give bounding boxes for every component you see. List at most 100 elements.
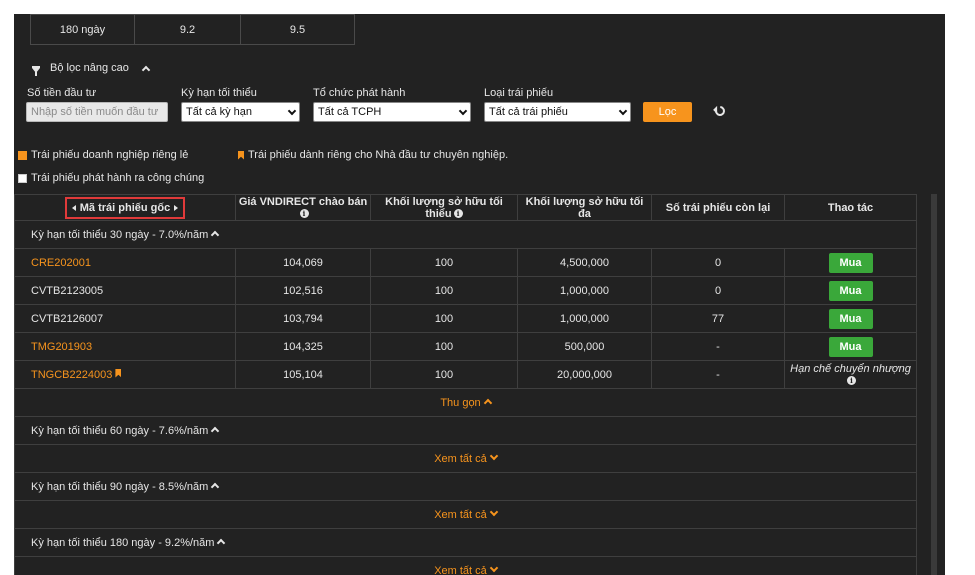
legend-public: Trái phiếu phát hành ra công chúng [18, 172, 204, 184]
bond-code[interactable]: CVTB2123005 [14, 276, 236, 305]
buy-button[interactable]: Mua [828, 308, 873, 329]
group-header[interactable]: Kỳ hạn tối thiểu 30 ngày - 7.0%/năm [14, 220, 917, 249]
bond-code-cell[interactable]: TNGCB2224003 [14, 360, 236, 389]
bond-max: 4,500,000 [517, 248, 652, 277]
bond-price: 104,325 [235, 332, 371, 361]
bond-code[interactable]: CRE202001 [14, 248, 236, 277]
view-all-row[interactable]: Xem tất cả [14, 556, 917, 575]
group-row-60[interactable]: Kỳ hạn tối thiểu 60 ngày - 7.6%/năm [14, 416, 917, 445]
issuer-select[interactable]: Tất cả TCPH [313, 102, 471, 122]
group-header[interactable]: Kỳ hạn tối thiểu 60 ngày - 7.6%/năm [14, 416, 917, 445]
bond-action-cell: Mua [784, 304, 917, 333]
amount-input[interactable] [26, 102, 168, 122]
group-label: Kỳ hạn tối thiểu 30 ngày - 7.0%/năm [31, 228, 209, 241]
bond-table-header: Mã trái phiếu gốc Giá VNDIRECT chào báni… [14, 194, 917, 221]
bond-action-cell: Mua [784, 332, 917, 361]
reset-icon[interactable] [712, 103, 728, 119]
bond-max: 1,000,000 [517, 276, 652, 305]
view-all-label: Xem tất cả [434, 452, 487, 465]
group-row-180[interactable]: Kỳ hạn tối thiểu 180 ngày - 9.2%/năm [14, 528, 917, 557]
chevron-up-icon [217, 538, 226, 547]
transfer-restricted-label: Hạn chế chuyển nhượng [790, 362, 911, 375]
funnel-icon [32, 65, 40, 76]
table-row: TMG201903 104,325 100 500,000 - Mua [14, 332, 917, 361]
info-icon[interactable]: i [847, 376, 856, 386]
yield-summary-rate-min: 9.2 [134, 14, 241, 45]
chevron-up-icon [211, 230, 220, 239]
advanced-filter-label: Bộ lọc nâng cao [50, 62, 129, 74]
yield-summary-term: 180 ngày [30, 14, 135, 45]
issuer-label: Tổ chức phát hành [313, 87, 406, 99]
buy-button[interactable]: Mua [828, 252, 873, 273]
filter-submit-button[interactable]: Lọc [643, 102, 692, 122]
view-all-link[interactable]: Xem tất cả [14, 556, 917, 575]
bond-code[interactable]: CVTB2126007 [14, 304, 236, 333]
bond-code[interactable]: TMG201903 [14, 332, 236, 361]
legend-private-label: Trái phiếu doanh nghiệp riêng lẻ [31, 149, 189, 161]
yield-summary-row: 180 ngày 9.2 9.5 [30, 14, 355, 45]
header-action-label: Thao tác [827, 201, 874, 214]
table-row: CVTB2126007 103,794 100 1,000,000 77 Mua [14, 304, 917, 333]
buy-button[interactable]: Mua [828, 280, 873, 301]
header-bond-code[interactable]: Mã trái phiếu gốc [14, 194, 236, 221]
white-square-icon [18, 173, 27, 183]
yield-summary-table: 180 ngày 9.2 9.5 [30, 14, 355, 45]
header-remaining: Số trái phiếu còn lại [651, 194, 785, 221]
group-header[interactable]: Kỳ hạn tối thiểu 90 ngày - 8.5%/năm [14, 472, 917, 501]
bond-remaining: 0 [651, 276, 785, 305]
bond-price: 104,069 [235, 248, 371, 277]
header-price-label: Giá VNDIRECT chào bán [238, 195, 368, 208]
group-row-30[interactable]: Kỳ hạn tối thiểu 30 ngày - 7.0%/năm [14, 220, 917, 249]
collapse-row[interactable]: Thu gọn [14, 388, 917, 417]
info-icon[interactable]: i [299, 209, 309, 219]
bond-action-cell: Mua [784, 248, 917, 277]
bond-price: 103,794 [235, 304, 371, 333]
header-action: Thao tác [784, 194, 917, 221]
buy-button[interactable]: Mua [828, 336, 873, 357]
bond-code: TNGCB2224003 [31, 368, 113, 381]
bond-price: 102,516 [235, 276, 371, 305]
group-label: Kỳ hạn tối thiểu 180 ngày - 9.2%/năm [31, 536, 215, 549]
collapse-link[interactable]: Thu gọn [14, 388, 917, 417]
caret-left-icon [71, 204, 76, 211]
chevron-up-icon [483, 398, 492, 407]
header-bond-code-label: Mã trái phiếu gốc [79, 201, 171, 214]
info-icon[interactable]: i [453, 209, 463, 219]
bond-action-cell: Hạn chế chuyển nhượngi [784, 360, 917, 389]
bond-price: 105,104 [235, 360, 371, 389]
bond-type-select[interactable]: Tất cả trái phiếu [484, 102, 631, 122]
chevron-down-icon [489, 507, 499, 516]
chevron-down-icon [489, 451, 499, 460]
group-row-90[interactable]: Kỳ hạn tối thiểu 90 ngày - 8.5%/năm [14, 472, 917, 501]
legend-professional: Trái phiếu dành riêng cho Nhà đầu tư chu… [238, 149, 508, 161]
bond-min: 100 [370, 360, 518, 389]
amount-label: Số tiền đầu tư [27, 87, 97, 99]
collapse-label: Thu gọn [440, 396, 481, 409]
header-price: Giá VNDIRECT chào báni [235, 194, 371, 221]
advanced-filter-toggle[interactable]: Bộ lọc nâng cao [30, 62, 151, 76]
view-all-link[interactable]: Xem tất cả [14, 500, 917, 529]
sort-bond-code-button[interactable]: Mã trái phiếu gốc [64, 196, 186, 219]
bond-min: 100 [370, 332, 518, 361]
header-min-holding-label: Khối lượng sở hữu tối thiểu [385, 195, 503, 220]
header-max-holding-label: Khối lượng sở hữu tối đa [525, 195, 644, 220]
term-select[interactable]: Tất cả kỳ hạn [181, 102, 300, 122]
term-select-value: Tất cả kỳ hạn [186, 106, 253, 118]
scrollbar[interactable] [931, 194, 937, 575]
view-all-row[interactable]: Xem tất cả [14, 500, 917, 529]
view-all-row[interactable]: Xem tất cả [14, 444, 917, 473]
view-all-link[interactable]: Xem tất cả [14, 444, 917, 473]
caret-right-icon [174, 204, 179, 211]
header-min-holding: Khối lượng sở hữu tối thiểu i [370, 194, 518, 221]
view-all-label: Xem tất cả [434, 508, 487, 521]
chevron-up-icon [211, 482, 220, 491]
table-row: CRE202001 104,069 100 4,500,000 0 Mua [14, 248, 917, 277]
bond-panel: 180 ngày 9.2 9.5 Bộ lọc nâng cao Số tiền… [14, 14, 945, 575]
group-header[interactable]: Kỳ hạn tối thiểu 180 ngày - 9.2%/năm [14, 528, 917, 557]
legend-public-label: Trái phiếu phát hành ra công chúng [31, 172, 205, 184]
bond-min: 100 [370, 248, 518, 277]
chevron-down-icon [458, 106, 468, 115]
orange-square-icon [18, 150, 27, 160]
chevron-up-icon [141, 65, 151, 74]
bond-max: 500,000 [517, 332, 652, 361]
